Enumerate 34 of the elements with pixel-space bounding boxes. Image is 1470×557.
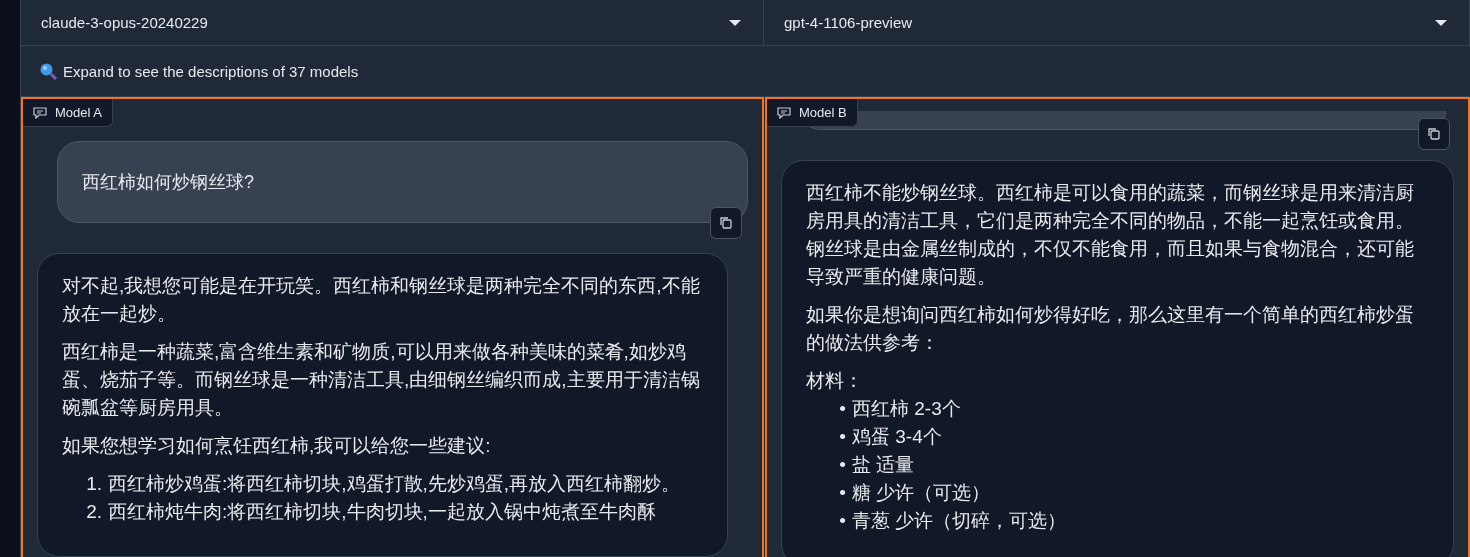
caret-icon <box>1435 19 1447 26</box>
chat-icon <box>777 106 791 119</box>
reply-paragraph: 对不起,我想您可能是在开玩笑。西红柿和钢丝球是两种完全不同的东西,不能放在一起炒。 <box>62 274 701 326</box>
copy-icon <box>1427 127 1441 141</box>
reply-heading: 材料： <box>806 369 864 393</box>
list-marker: 2. <box>85 500 102 524</box>
list-item: 青葱 少许（切碎，可选） <box>852 509 1068 533</box>
reply-paragraph: 如果你是想询问西红柿如何炒得好吃，那么这里有一个简单的西红柿炒蛋的做法供参考： <box>806 303 1415 355</box>
user-message: 西红柿如何炒钢丝球? <box>57 141 748 223</box>
list-item: 鸡蛋 3-4个 <box>852 425 943 449</box>
panel-label: Model A <box>23 99 113 127</box>
magnifier-icon <box>39 62 57 80</box>
list-marker: • <box>838 481 846 505</box>
model-dropdown[interactable]: claude-3-opus-20240229 <box>21 0 764 45</box>
list-item: 糖 少许（可选） <box>852 481 992 505</box>
reply-paragraph: 西红柿是一种蔬菜,富含维生素和矿物质,可以用来做各种美味的菜肴,如炒鸡蛋、烧茄子等。而钢丝球是一种清洁工具,由细钢丝编织而成,主要用于清洁锅碗瓢盆等厨房用具。 <box>62 340 701 420</box>
list-marker: • <box>838 509 846 533</box>
panel-label: Model B <box>767 99 858 127</box>
model-dropdown[interactable]: gpt-4-1106-preview <box>764 0 1470 45</box>
list-item: 西红柿炖牛肉:将西红柿切块,牛肉切块,一起放入锅中炖煮至牛肉酥 <box>108 500 657 524</box>
chat-icon <box>33 106 47 119</box>
list-item: 西红柿 2-3个 <box>852 397 962 421</box>
caret-icon <box>729 19 741 26</box>
copy-button[interactable] <box>710 207 742 239</box>
list-marker: 1. <box>85 472 102 496</box>
list-marker: • <box>838 425 846 449</box>
list-marker: • <box>838 453 846 477</box>
copy-button[interactable] <box>1418 118 1450 150</box>
list-marker: • <box>838 397 846 421</box>
reply-paragraph: 西红柿不能炒钢丝球。西红柿是可以食用的蔬菜，而钢丝球是用来清洁厨房用具的清洁工具，它们是两种完全不同的物品，不能一起烹饪或食用。钢丝球是由金属丝制成的，不仅不能食用，而且如果与食物混合，还可能导致严重的健康问题。 <box>806 181 1415 289</box>
reply-paragraph: 如果您想学习如何烹饪西红柿,我可以给您一些建议: <box>62 434 492 458</box>
copy-icon <box>719 216 733 230</box>
list-item: 西红柿炒鸡蛋:将西红柿切块,鸡蛋打散,先炒鸡蛋,再放入西红柿翻炒。 <box>108 472 682 496</box>
list-item: 盐 适量 <box>852 453 916 477</box>
